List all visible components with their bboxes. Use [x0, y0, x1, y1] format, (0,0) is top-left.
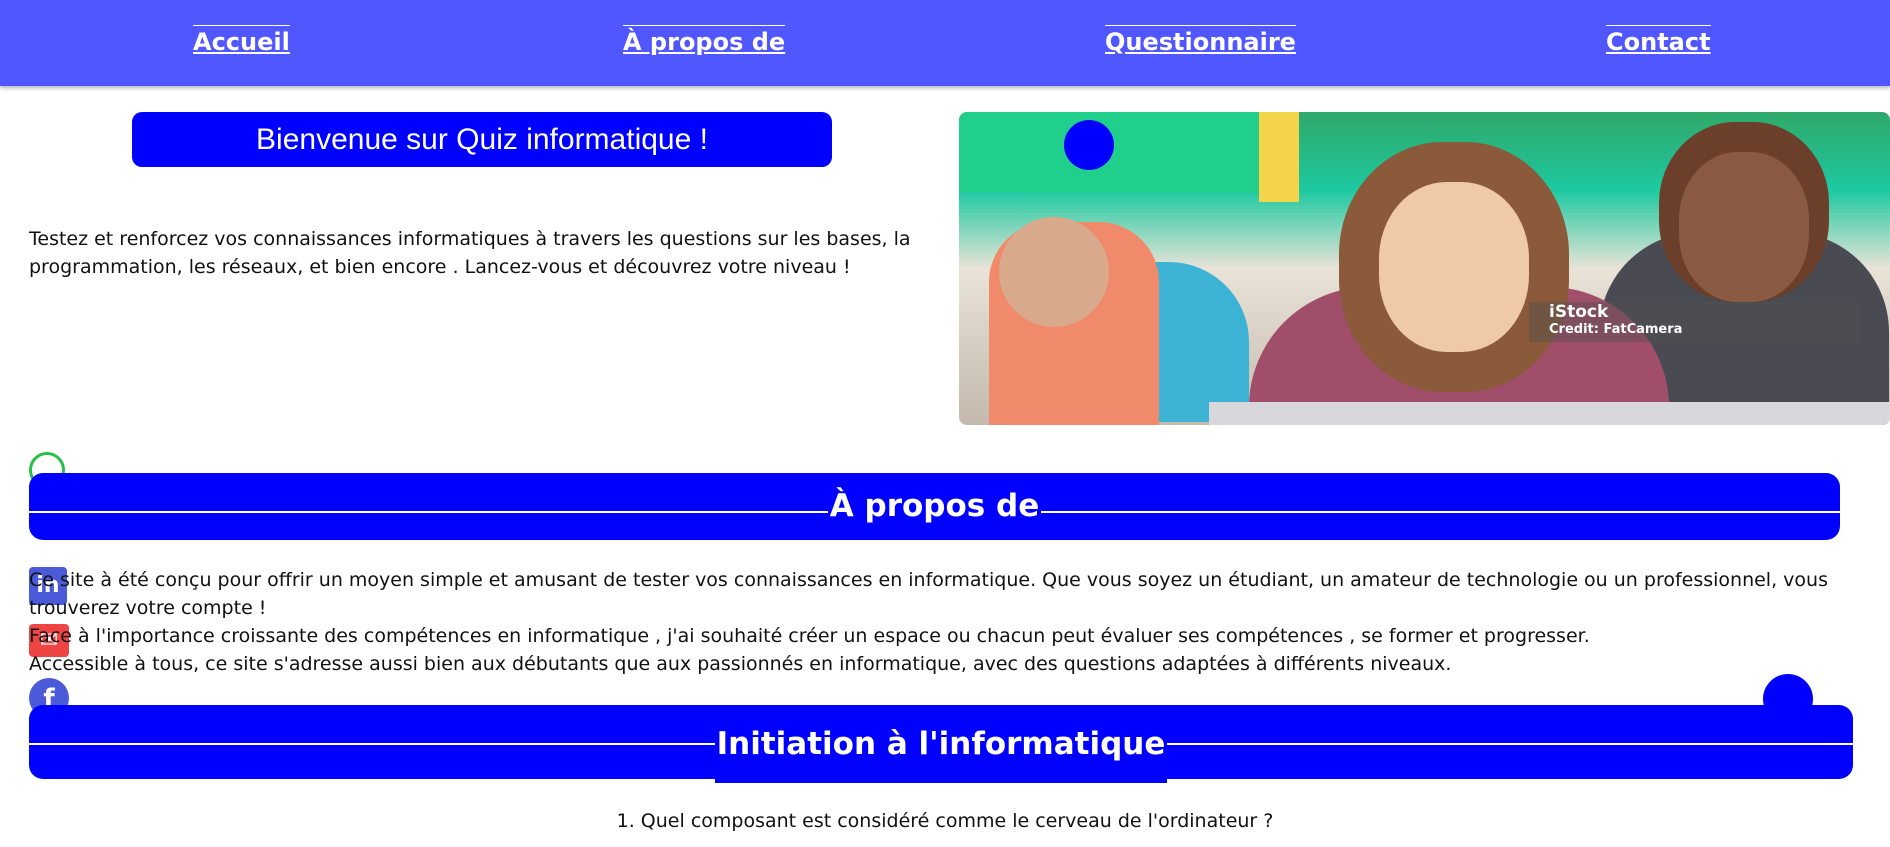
- quiz-section-header: Initiation à l'informatique: [29, 705, 1853, 783]
- image-watermark: iStock Credit: FatCamera: [1529, 302, 1859, 342]
- nav-link-contact[interactable]: Contact: [1606, 25, 1711, 56]
- nav-link-questionnaire[interactable]: Questionnaire: [1105, 25, 1296, 56]
- nav-link-a-propos[interactable]: À propos de: [623, 25, 786, 56]
- about-paragraph: Face à l'importance croissante des compé…: [29, 625, 1590, 647]
- quiz-question: 1. Quel composant est considéré comme le…: [616, 810, 1274, 832]
- about-paragraph: Ce site à été conçu pour offrir un moyen…: [29, 569, 1828, 619]
- about-paragraph: Accessible à tous, ce site s'adresse aus…: [29, 653, 1452, 675]
- intro-text: Testez et renforcez vos connaissances in…: [29, 228, 911, 278]
- about-text: Ce site à été conçu pour offrir un moyen…: [29, 566, 1859, 678]
- nav-link-accueil[interactable]: Accueil: [193, 25, 290, 56]
- about-section-header: À propos de: [29, 473, 1840, 540]
- welcome-banner: Bienvenue sur Quiz informatique !: [132, 112, 832, 167]
- top-navigation: Accueil À propos de Questionnaire Contac…: [0, 0, 1890, 86]
- watermark-credit: Credit: FatCamera: [1549, 322, 1683, 337]
- about-title: À propos de: [827, 473, 1042, 540]
- quiz-section-title: Initiation à l'informatique: [714, 705, 1168, 783]
- decorative-circle: [1064, 120, 1114, 170]
- watermark-brand: iStock: [1549, 302, 1609, 322]
- hero-image: iStock Credit: FatCamera: [959, 112, 1890, 425]
